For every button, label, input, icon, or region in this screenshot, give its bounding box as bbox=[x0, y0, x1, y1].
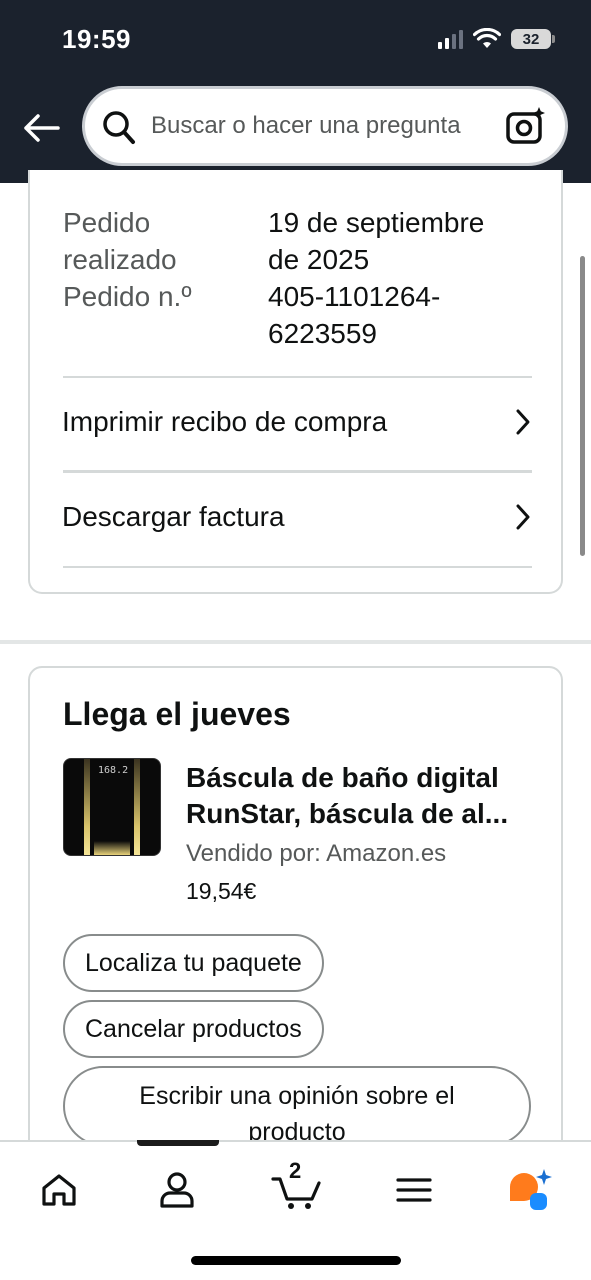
product-title[interactable]: Báscula de baño digital RunStar, báscula… bbox=[186, 760, 536, 832]
search-input[interactable] bbox=[151, 89, 491, 163]
order-details-card: Pedido realizado 19 de septiembre de 202… bbox=[28, 170, 563, 594]
product-image-screen-text: 168.2 bbox=[98, 765, 129, 776]
nav-rufus[interactable] bbox=[498, 1162, 562, 1218]
home-icon bbox=[42, 1174, 76, 1206]
home-indicator bbox=[191, 1256, 401, 1265]
nav-home[interactable] bbox=[27, 1162, 91, 1218]
scrollbar[interactable] bbox=[580, 256, 585, 556]
print-receipt-label: Imprimir recibo de compra bbox=[62, 406, 388, 437]
chevron-right-icon bbox=[516, 504, 530, 530]
delivery-card: Llega el jueves 168.2 Báscula de baño di… bbox=[28, 666, 563, 1186]
order-number-label: Pedido n.º bbox=[63, 281, 192, 312]
print-receipt-link[interactable]: Imprimir recibo de compra bbox=[62, 377, 532, 467]
cellular-signal-icon bbox=[438, 29, 463, 49]
product-price: 19,54€ bbox=[186, 878, 257, 904]
active-tab-indicator bbox=[137, 1140, 219, 1146]
order-number-value: 405-1101264- 6223559 bbox=[268, 281, 441, 349]
battery-indicator: 32 bbox=[511, 29, 555, 49]
download-invoice-link[interactable]: Descargar factura bbox=[62, 472, 532, 562]
status-icons: 32 bbox=[438, 26, 555, 52]
menu-icon bbox=[396, 1178, 432, 1202]
back-button[interactable] bbox=[20, 108, 62, 148]
delivery-title: Llega el jueves bbox=[63, 696, 291, 732]
download-invoice-label: Descargar factura bbox=[62, 501, 285, 532]
nav-profile[interactable] bbox=[145, 1162, 209, 1218]
track-package-button[interactable]: Localiza tu paquete bbox=[63, 934, 324, 992]
rufus-assistant-icon bbox=[510, 1169, 552, 1210]
nav-cart[interactable]: 2 bbox=[265, 1158, 329, 1218]
app-header: 19:59 32 bbox=[0, 0, 591, 183]
nav-menu[interactable] bbox=[382, 1162, 446, 1218]
profile-icon bbox=[160, 1172, 194, 1208]
divider bbox=[63, 566, 532, 568]
order-date-value: 19 de septiembre de 2025 bbox=[268, 207, 485, 275]
search-icon bbox=[103, 111, 135, 144]
status-time: 19:59 bbox=[62, 24, 131, 54]
chevron-right-icon bbox=[516, 409, 530, 435]
camera-icon[interactable] bbox=[505, 105, 547, 147]
cancel-items-button[interactable]: Cancelar productos bbox=[63, 1000, 324, 1058]
order-date-label: Pedido realizado bbox=[63, 207, 177, 275]
search-bar[interactable] bbox=[82, 86, 568, 166]
back-arrow-icon bbox=[24, 114, 60, 142]
cart-count-badge: 2 bbox=[289, 1158, 302, 1183]
product-seller: Vendido por: Amazon.es bbox=[186, 840, 447, 867]
wifi-icon bbox=[473, 28, 501, 48]
write-review-button[interactable]: Escribir una opinión sobre el producto bbox=[63, 1066, 531, 1146]
product-image[interactable]: 168.2 bbox=[63, 758, 161, 856]
section-separator bbox=[0, 640, 591, 644]
